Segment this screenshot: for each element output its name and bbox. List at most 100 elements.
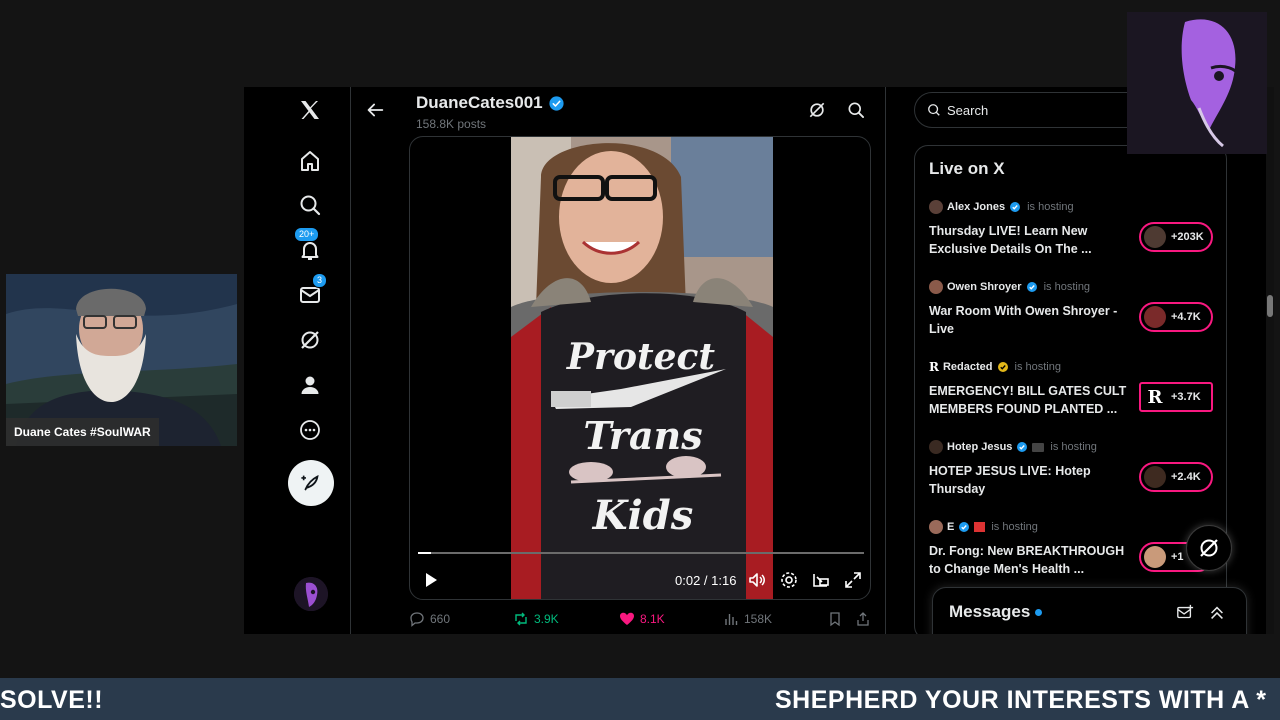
listener-count: +1 [1171, 551, 1184, 563]
verified-badge-icon [1017, 442, 1028, 452]
listener-count: +4.7K [1171, 311, 1201, 323]
notifications-badge: 20+ [294, 227, 320, 242]
host-avatar [929, 520, 943, 534]
webcam-name-label: Duane Cates #SoulWAR [6, 418, 159, 446]
messages-drawer[interactable]: Messages [932, 587, 1247, 634]
stream-stage: 20+ 3 DuaneCates001 158.8K posts Protect… [0, 0, 1280, 720]
left-nav: 20+ 3 [244, 87, 351, 634]
settings-gear-icon[interactable] [779, 570, 799, 590]
views-count: 158K [744, 612, 773, 626]
messages-envelope-icon[interactable]: 3 [288, 273, 332, 315]
play-icon[interactable] [422, 571, 440, 589]
home-icon[interactable] [288, 141, 332, 181]
repost-count: 3.9K [534, 612, 559, 626]
live-item[interactable]: Hotep Jesus is hosting HOTEP JESUS LIVE:… [929, 440, 1219, 512]
search-placeholder: Search [947, 102, 989, 118]
messages-title-text: Messages [949, 602, 1031, 621]
verified-badge-icon [1026, 282, 1037, 292]
account-avatar[interactable] [294, 577, 328, 611]
redacted-logo-icon: R [929, 360, 939, 374]
reply-bubble-icon [410, 612, 424, 627]
listeners-pill[interactable]: R +3.7K [1139, 382, 1213, 412]
redacted-r-icon: R [1147, 386, 1163, 408]
unread-dot [1035, 608, 1043, 616]
grok-header-icon[interactable] [807, 100, 827, 120]
notifications-bell-icon[interactable]: 20+ [288, 227, 332, 270]
shirt-text-kids: Kids [592, 492, 693, 539]
verified-badge-icon [549, 95, 564, 111]
main-timeline-column: DuaneCates001 158.8K posts Protect Trans… [352, 87, 886, 634]
listeners-pill[interactable]: +2.4K [1139, 462, 1213, 492]
x-browser-window: 20+ 3 DuaneCates001 158.8K posts Protect… [244, 87, 1274, 634]
share-upload-icon [857, 612, 869, 626]
listener-avatar [1144, 546, 1166, 568]
share-button[interactable] [855, 611, 871, 627]
ticker-text-left: SOLVE!! [0, 686, 104, 714]
video-progress-fill [418, 552, 432, 554]
like-button[interactable]: 8.1K [619, 611, 665, 627]
video-frame: Protect Trans Kids [511, 137, 773, 599]
live-item[interactable]: Alex Jones is hosting Thursday LIVE! Lea… [929, 200, 1219, 272]
grok-icon[interactable] [288, 320, 332, 360]
host-name: Alex Jones [947, 201, 1006, 213]
like-count: 8.1K [640, 612, 665, 626]
video-progress-bar[interactable] [418, 552, 864, 554]
hosting-label: is hosting [1014, 361, 1061, 373]
live-item[interactable]: E is hosting Dr. Fong: New BREAKTHROUGH … [929, 520, 1219, 592]
profile-header-name: DuaneCates001 [416, 93, 565, 113]
bookmark-icon [830, 612, 840, 627]
live-host-line: Alex Jones is hosting [929, 200, 1074, 214]
profile-person-icon[interactable] [288, 365, 332, 405]
live-host-line: Owen Shroyer is hosting [929, 280, 1090, 294]
search-header-icon[interactable] [846, 100, 866, 120]
live-item[interactable]: Owen Shroyer is hosting War Room With Ow… [929, 280, 1219, 352]
ticker-text-right: SHEPHERD YOUR INTERESTS WITH A * [775, 686, 1267, 714]
bookmark-button[interactable] [827, 611, 843, 627]
shirt-text-protect: Protect [566, 336, 716, 378]
x-logo-icon[interactable] [288, 90, 332, 130]
new-message-icon[interactable] [1176, 604, 1194, 627]
picture-in-picture-icon[interactable] [811, 570, 831, 590]
host-name: E [947, 521, 955, 533]
volume-icon[interactable] [747, 570, 767, 590]
affiliate-badge-icon [1032, 442, 1045, 452]
fullscreen-icon[interactable] [843, 570, 863, 590]
host-avatar [929, 440, 943, 454]
hosting-label: is hosting [1027, 201, 1074, 213]
more-options-icon[interactable] [288, 410, 332, 450]
repost-button[interactable]: 3.9K [513, 611, 559, 627]
grok-icon [1200, 539, 1218, 557]
host-name: Redacted [942, 361, 993, 373]
listeners-pill[interactable]: +4.7K [1139, 302, 1213, 332]
video-player[interactable]: Protect Trans Kids 0:02 / 1:16 [409, 136, 871, 600]
portrait-illustration [1127, 12, 1267, 154]
host-name: Hotep Jesus [947, 441, 1013, 453]
verified-badge-icon [959, 522, 970, 532]
hosting-label: is hosting [1050, 441, 1097, 453]
explore-search-icon[interactable] [288, 185, 332, 225]
listeners-pill[interactable]: +203K [1139, 222, 1213, 252]
views-bar-chart-icon [725, 614, 738, 625]
back-arrow-icon[interactable] [364, 99, 386, 121]
page-scrollbar[interactable] [1266, 87, 1274, 634]
reply-button[interactable]: 660 [409, 611, 450, 627]
scrollbar-thumb[interactable] [1267, 295, 1273, 317]
messages-badge: 3 [312, 273, 328, 288]
live-on-x-panel: Live on X Alex Jones is hosting Thursday… [914, 145, 1227, 634]
live-host-line: R Redacted is hosting [929, 360, 1061, 374]
listener-count: +2.4K [1171, 471, 1201, 483]
repost-icon [515, 612, 527, 626]
live-item[interactable]: R Redacted is hosting EMERGENCY! BILL GA… [929, 360, 1219, 432]
views-button[interactable]: 158K [723, 611, 772, 627]
stream-logo-portrait [1127, 12, 1267, 154]
shirt-text-trans: Trans [583, 413, 702, 458]
search-icon [928, 104, 940, 116]
listener-avatar [1144, 466, 1166, 488]
expand-chevron-up-icon[interactable] [1208, 604, 1226, 627]
video-frame-illustration: Protect Trans Kids [511, 137, 773, 599]
grok-floating-button[interactable] [1186, 525, 1232, 571]
compose-post-button[interactable] [288, 460, 334, 506]
gold-verified-badge-icon [997, 362, 1008, 372]
listener-count: +3.7K [1171, 391, 1201, 403]
live-panel-title: Live on X [929, 159, 1005, 178]
